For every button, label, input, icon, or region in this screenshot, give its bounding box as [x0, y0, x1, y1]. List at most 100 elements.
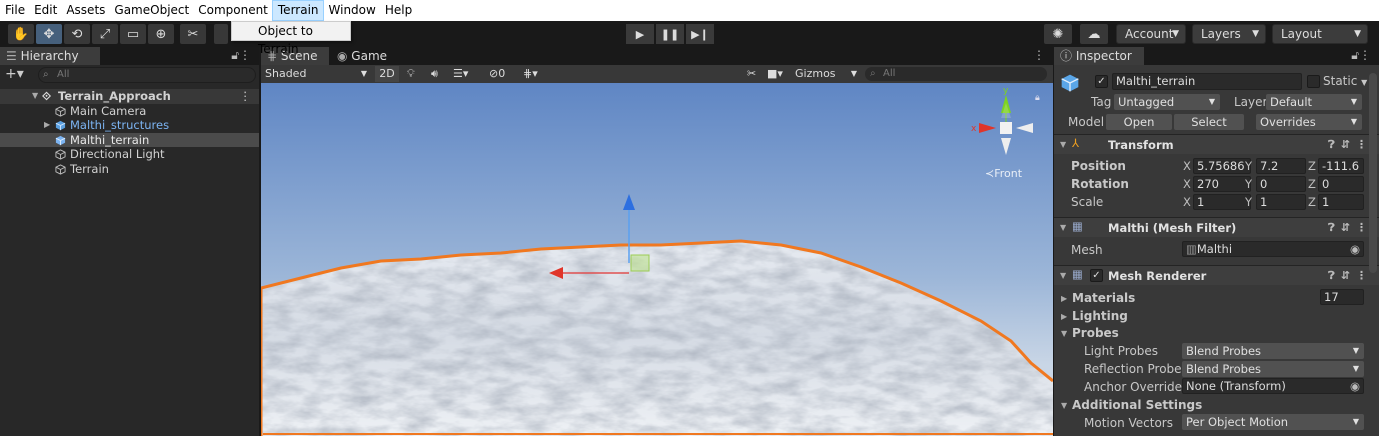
menu-edit[interactable]: Edit	[29, 0, 61, 21]
menu-gameobject[interactable]: GameObject	[109, 0, 193, 21]
lighting-icon[interactable]: 💡︎	[407, 66, 415, 82]
custom-tool-icon[interactable]: ✂	[180, 24, 206, 44]
hierarchy-item-main-camera[interactable]: Main Camera	[0, 104, 259, 119]
account-dropdown[interactable]: Account ▼	[1116, 24, 1186, 44]
motion-vectors-dropdown[interactable]: Per Object Motion ▼	[1182, 414, 1364, 430]
hierarchy-item-terrain[interactable]: Terrain	[0, 162, 259, 177]
hierarchy-item-malthi-terrain[interactable]: Malthi_terrain	[0, 132, 259, 147]
layout-dropdown[interactable]: Layout ▼	[1272, 24, 1368, 44]
anchor-override-field[interactable]: None (Transform) ◉	[1182, 378, 1364, 394]
hand-tool-icon[interactable]: ✋	[8, 24, 34, 44]
reflection-probes-dropdown[interactable]: Blend Probes ▼	[1182, 361, 1364, 377]
tab-inspector[interactable]: ⓘ Inspector	[1054, 47, 1144, 65]
scale-z-field[interactable]: 1	[1318, 194, 1364, 210]
expand-arrow-icon[interactable]: ▼	[1061, 401, 1067, 410]
expand-arrow-icon[interactable]: ▼	[1060, 271, 1066, 280]
expand-arrow-icon[interactable]: ▼	[1060, 140, 1066, 149]
audio-icon[interactable]: 🔊︎	[431, 66, 438, 82]
static-checkbox[interactable]	[1307, 75, 1320, 88]
kebab-menu-icon[interactable]: ⋮	[1359, 48, 1371, 62]
tag-dropdown[interactable]: Untagged ▼	[1114, 94, 1220, 110]
materials-label[interactable]: Materials	[1072, 291, 1135, 305]
tab-hierarchy[interactable]: ☰ Hierarchy	[0, 47, 100, 65]
scale-x-field[interactable]: 1	[1193, 194, 1251, 210]
select-button[interactable]: Select	[1174, 114, 1244, 130]
cloud-icon[interactable]: ☁	[1080, 24, 1108, 44]
menu-item-object-to-terrain[interactable]: Object to Terrain	[231, 21, 351, 56]
mesh-filter-header[interactable]: ▼ ▦ Malthi (Mesh Filter) ❓︎⇵⋮	[1054, 217, 1379, 237]
hidden-objects-toggle[interactable]: ⊘0	[489, 66, 505, 82]
grid-toggle-icon[interactable]: ⋕▾	[523, 66, 538, 82]
step-button[interactable]: ▶❙	[686, 24, 714, 44]
hierarchy-item-directional-light[interactable]: Directional Light	[0, 147, 259, 162]
hierarchy-root-scene[interactable]: ▼ ⟐ Terrain_Approach ⋮	[0, 89, 259, 104]
inspector-scrollbar[interactable]	[1369, 73, 1377, 273]
rotation-y-field[interactable]: 0	[1256, 176, 1306, 192]
mesh-field[interactable]: ▥Malthi ◉	[1182, 241, 1364, 257]
services-icon[interactable]: ✺	[1044, 24, 1072, 44]
position-x-field[interactable]: 5.75686	[1193, 158, 1251, 174]
transform-tool-icon[interactable]: ⊕	[148, 24, 174, 44]
add-icon[interactable]: +▾	[5, 66, 24, 82]
expand-arrow-icon[interactable]: ▼	[1061, 329, 1067, 338]
pivot-icon[interactable]	[214, 24, 228, 44]
rotation-z-field[interactable]: 0	[1318, 176, 1364, 192]
mesh-renderer-header[interactable]: ▼ ▦ ✓ Mesh Renderer ❓︎⇵⋮	[1054, 265, 1379, 285]
transform-header[interactable]: ▼ ⅄ Transform ❓︎⇵⋮	[1054, 134, 1379, 154]
shading-mode-dropdown[interactable]: Shaded ▼	[265, 66, 367, 82]
gizmos-dropdown[interactable]: Gizmos ▼	[795, 66, 857, 82]
rotate-tool-icon[interactable]: ⟲	[64, 24, 90, 44]
pause-button[interactable]: ❚❚	[656, 24, 684, 44]
effects-icon[interactable]: ☰▾	[453, 66, 468, 82]
layer-dropdown[interactable]: Default ▼	[1266, 94, 1362, 110]
menu-terrain[interactable]: Terrain	[271, 0, 324, 21]
menu-window[interactable]: Window	[324, 0, 380, 21]
additional-settings-label[interactable]: Additional Settings	[1072, 398, 1202, 412]
view-orientation-label[interactable]: ≺Front	[985, 167, 1022, 180]
hierarchy-item-malthi-structures[interactable]: ▶ Malthi_structures	[0, 118, 259, 133]
rect-tool-icon[interactable]: ▭	[120, 24, 146, 44]
2d-toggle[interactable]: 2D	[375, 66, 399, 82]
static-dropdown[interactable]: Static ▼	[1323, 74, 1367, 88]
menu-file[interactable]: File	[0, 0, 29, 21]
mesh-renderer-enabled-checkbox[interactable]: ✓	[1090, 269, 1103, 282]
move-tool-icon[interactable]: ✥	[36, 24, 62, 44]
object-name-field[interactable]: Malthi_terrain	[1112, 73, 1302, 90]
tools-icon[interactable]: ✂	[747, 66, 756, 82]
materials-count-field[interactable]: 17	[1320, 289, 1364, 305]
position-y-field[interactable]: 7.2	[1256, 158, 1306, 174]
rotation-x-field[interactable]: 270	[1193, 176, 1251, 192]
expand-arrow-icon[interactable]: ▶	[1061, 294, 1067, 303]
hierarchy-search-input[interactable]: ⌕ All	[38, 67, 256, 83]
kebab-menu-icon[interactable]: ⋮	[1033, 48, 1045, 62]
component-header-icons[interactable]: ❓︎⇵⋮	[1328, 138, 1373, 152]
lighting-label[interactable]: Lighting	[1072, 309, 1128, 323]
layers-dropdown[interactable]: Layers ▼	[1192, 24, 1266, 44]
kebab-menu-icon[interactable]: ⋮	[240, 89, 252, 104]
camera-icon[interactable]: ■▾	[767, 66, 783, 82]
play-button[interactable]: ▶	[626, 24, 654, 44]
menu-assets[interactable]: Assets	[61, 0, 109, 21]
active-checkbox[interactable]: ✓	[1095, 75, 1108, 88]
lock-icon[interactable]: 🔓︎	[231, 48, 239, 63]
probes-label[interactable]: Probes	[1072, 326, 1119, 340]
overrides-dropdown[interactable]: Overrides ▼	[1256, 114, 1362, 130]
expand-arrow-icon[interactable]: ▼	[32, 89, 38, 104]
lock-icon[interactable]: 🔒︎	[1035, 93, 1040, 103]
scene-viewport[interactable]: x y 🔒︎ ≺Front	[261, 83, 1053, 436]
menu-component[interactable]: Component	[193, 0, 272, 21]
object-picker-icon[interactable]: ◉	[1350, 242, 1360, 256]
object-picker-icon[interactable]: ◉	[1350, 379, 1360, 393]
scene-search-input[interactable]: ⌕ All	[865, 67, 1047, 81]
light-probes-dropdown[interactable]: Blend Probes ▼	[1182, 343, 1364, 359]
menu-help[interactable]: Help	[380, 0, 416, 21]
expand-arrow-icon[interactable]: ▶	[1061, 312, 1067, 321]
component-header-icons[interactable]: ❓︎⇵⋮	[1328, 269, 1373, 283]
open-button[interactable]: Open	[1106, 114, 1172, 130]
scale-tool-icon[interactable]: ⤢	[92, 24, 118, 44]
scale-y-field[interactable]: 1	[1256, 194, 1306, 210]
position-z-field[interactable]: -111.6	[1318, 158, 1364, 174]
lock-icon[interactable]: 🔓︎	[1351, 48, 1359, 63]
component-header-icons[interactable]: ❓︎⇵⋮	[1328, 221, 1373, 235]
expand-arrow-icon[interactable]: ▼	[1060, 223, 1066, 232]
